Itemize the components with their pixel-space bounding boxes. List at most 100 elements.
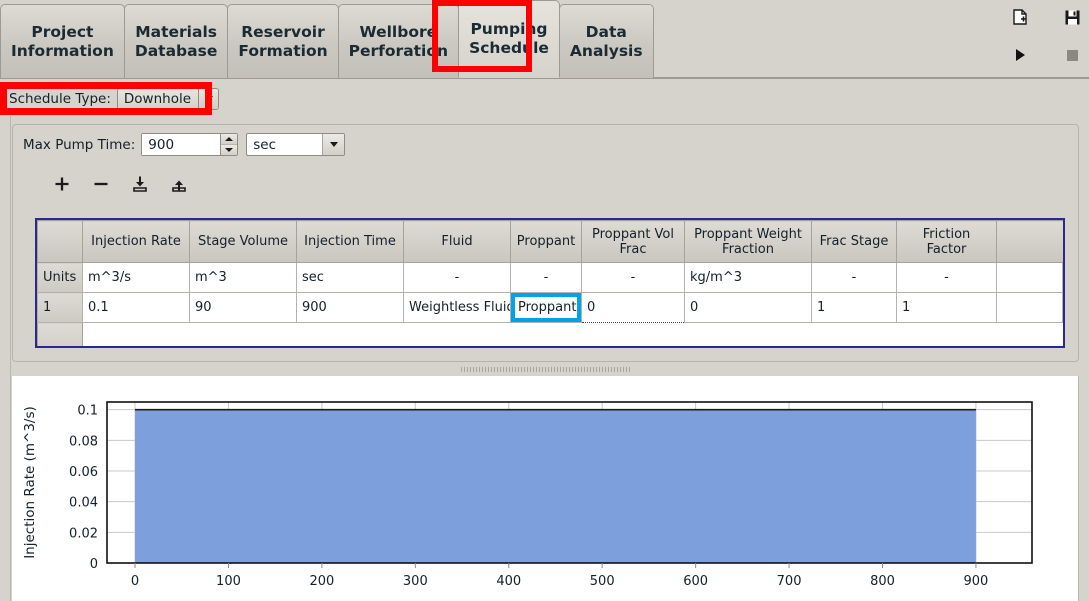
max-pump-time-unit-value: sec bbox=[253, 136, 277, 153]
table-cell[interactable]: 90 bbox=[189, 292, 297, 323]
import-download-icon[interactable] bbox=[129, 173, 151, 195]
x-tick-label: 400 bbox=[496, 574, 521, 589]
table-cell[interactable]: 0.1 bbox=[82, 292, 190, 323]
unit-cell[interactable]: - bbox=[403, 262, 511, 293]
tab-reservoir-formation[interactable]: Reservoir Formation bbox=[227, 4, 339, 78]
add-row-icon[interactable] bbox=[51, 173, 73, 195]
chart-svg: 0 0.02 0.04 0.06 0.08 0.1 0 100 200 300 400 500 600 7… bbox=[22, 401, 1033, 589]
y-tick-label: 0.1 bbox=[77, 404, 98, 419]
table-cell-value: Proppant bbox=[515, 297, 577, 318]
unit-cell[interactable]: m^3 bbox=[189, 262, 297, 293]
y-axis-title: Injection Rate (m^3/s) bbox=[22, 406, 38, 559]
column-header[interactable]: Friction Factor bbox=[896, 220, 997, 263]
tab-project-information[interactable]: Project Information bbox=[0, 4, 125, 78]
y-tick-label: 0 bbox=[90, 557, 98, 572]
schedule-type-dropdown[interactable]: Downhole bbox=[116, 87, 220, 110]
chevron-down-icon[interactable] bbox=[322, 134, 345, 155]
unit-cell[interactable]: - bbox=[811, 262, 897, 293]
table-corner-header[interactable] bbox=[37, 220, 83, 263]
table-row-units: Units m^3/s m^3 sec - - - kg/m^3- - bbox=[37, 262, 1063, 293]
pumping-schedule-panel: Max Pump Time: 900 sec Injection Rate St… bbox=[12, 124, 1079, 362]
row-header[interactable]: Units bbox=[37, 262, 83, 293]
tab-pumping-schedule[interactable]: Pumping Schedule bbox=[458, 0, 560, 78]
table-header-row: Injection Rate Stage Volume Injection Time… bbox=[37, 220, 1063, 263]
row-header-empty[interactable] bbox=[37, 322, 83, 346]
tab-label: Data Analysis bbox=[569, 22, 643, 60]
x-tick-label: 600 bbox=[683, 574, 708, 589]
x-tick-label: 0 bbox=[131, 574, 139, 589]
table-trailing-cell bbox=[996, 262, 1063, 293]
stepper-down-button[interactable] bbox=[221, 144, 238, 155]
tab-label: Project Information bbox=[11, 22, 114, 60]
column-header[interactable]: Injection Time bbox=[296, 220, 404, 263]
play-icon[interactable] bbox=[1011, 46, 1029, 64]
panel-splitter[interactable] bbox=[12, 364, 1079, 374]
column-header[interactable]: Fluid bbox=[403, 220, 511, 263]
tab-list: Project Information Materials Database Res… bbox=[0, 0, 654, 78]
column-header[interactable]: Proppant Vol Frac bbox=[581, 220, 685, 263]
tab-bar: Project Information Materials Database Res… bbox=[0, 0, 1089, 79]
max-pump-time-row: Max Pump Time: 900 sec bbox=[23, 133, 346, 156]
stepper-buttons bbox=[220, 134, 238, 155]
schedule-type-label: Schedule Type: bbox=[9, 90, 111, 107]
x-tick-label: 900 bbox=[964, 574, 989, 589]
table-trailing-header[interactable] bbox=[996, 220, 1063, 263]
new-document-icon[interactable] bbox=[1011, 8, 1029, 26]
tab-materials-database[interactable]: Materials Database bbox=[123, 4, 229, 78]
tab-label: Materials Database bbox=[134, 22, 218, 60]
table-trailing-cell bbox=[996, 292, 1063, 323]
schedule-type-value: Downhole bbox=[117, 88, 200, 109]
table-cell[interactable]: 1 bbox=[896, 292, 997, 323]
row-header[interactable]: 1 bbox=[37, 292, 83, 323]
tab-data-analysis[interactable]: Data Analysis bbox=[558, 4, 654, 78]
unit-cell[interactable]: - bbox=[896, 262, 997, 293]
y-tick-label: 0.02 bbox=[69, 526, 98, 541]
table-cell-selected[interactable]: Proppant bbox=[510, 292, 582, 323]
max-pump-time-label: Max Pump Time: bbox=[23, 136, 136, 153]
tab-wellbore-perforation[interactable]: Wellbore Perforation bbox=[337, 4, 460, 78]
unit-cell[interactable]: - bbox=[581, 262, 685, 293]
pumping-schedule-table[interactable]: Injection Rate Stage Volume Injection Time… bbox=[35, 218, 1065, 348]
tab-label: Reservoir Formation bbox=[238, 22, 328, 60]
unit-cell[interactable]: kg/m^3 bbox=[684, 262, 812, 293]
table-cell[interactable]: 1 bbox=[811, 292, 897, 323]
table-cell[interactable]: 0 bbox=[684, 292, 812, 323]
schedule-type-row: Schedule Type: Downhole bbox=[0, 82, 1089, 115]
x-tick-label: 500 bbox=[590, 574, 615, 589]
max-pump-time-unit-dropdown[interactable]: sec bbox=[246, 133, 346, 156]
column-header[interactable]: Proppant bbox=[510, 220, 582, 263]
x-tick-label: 800 bbox=[870, 574, 895, 589]
table-cell[interactable]: 900 bbox=[296, 292, 404, 323]
save-floppy-icon[interactable] bbox=[1063, 8, 1081, 26]
injection-rate-chart: 0 0.02 0.04 0.06 0.08 0.1 0 100 200 300 400 500 600 7… bbox=[12, 376, 1079, 601]
export-upload-icon[interactable] bbox=[168, 173, 190, 195]
chevron-down-icon[interactable] bbox=[199, 88, 219, 109]
tab-label: Pumping Schedule bbox=[469, 20, 549, 57]
application-window: Project Information Materials Database Res… bbox=[0, 0, 1089, 601]
vertical-scrollbar-left[interactable] bbox=[0, 116, 11, 601]
column-header[interactable]: Frac Stage bbox=[811, 220, 897, 263]
unit-cell[interactable]: sec bbox=[296, 262, 404, 293]
x-tick-label: 300 bbox=[403, 574, 428, 589]
unit-cell[interactable]: - bbox=[510, 262, 582, 293]
splitter-grip[interactable] bbox=[460, 366, 631, 372]
table-cell[interactable]: Weightless Fluid bbox=[403, 292, 511, 323]
x-tick-label: 200 bbox=[309, 574, 334, 589]
max-pump-time-stepper[interactable]: 900 bbox=[141, 133, 239, 156]
column-header[interactable]: Stage Volume bbox=[189, 220, 297, 263]
column-header[interactable]: Proppant Weight Fraction bbox=[684, 220, 812, 263]
table-cell[interactable]: 0 bbox=[581, 292, 685, 323]
unit-cell[interactable]: m^3/s bbox=[82, 262, 190, 293]
tab-label: Wellbore Perforation bbox=[348, 22, 449, 60]
stepper-up-button[interactable] bbox=[221, 134, 238, 144]
remove-row-icon[interactable] bbox=[90, 173, 112, 195]
table-toolbar bbox=[51, 173, 190, 195]
column-header[interactable]: Injection Rate bbox=[82, 220, 190, 263]
chart-area-series bbox=[135, 409, 976, 563]
stop-icon[interactable] bbox=[1063, 46, 1081, 64]
window-action-icons bbox=[1011, 8, 1081, 84]
y-tick-label: 0.06 bbox=[69, 465, 98, 480]
y-tick-label: 0.08 bbox=[69, 434, 98, 449]
vertical-scrollbar-right[interactable] bbox=[1078, 376, 1089, 601]
max-pump-time-input[interactable]: 900 bbox=[142, 134, 221, 155]
